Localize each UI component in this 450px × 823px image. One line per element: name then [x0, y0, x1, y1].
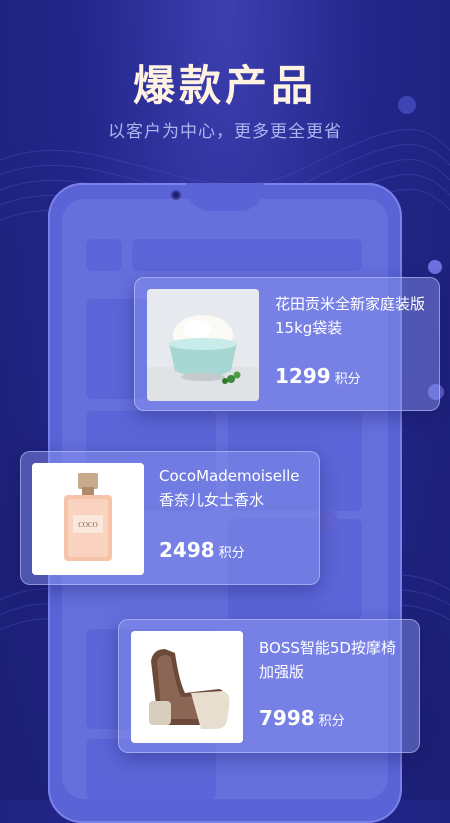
perfume-bottle-icon: COCO: [32, 463, 144, 575]
product-title: 花田贡米全新家庭装版15kg袋装: [275, 295, 426, 337]
price-value: 2498: [159, 538, 215, 562]
placeholder-block: [86, 239, 122, 271]
page-subtitle: 以客户为中心，更多更全更省: [108, 122, 342, 142]
product-title: BOSS智能5D按摩椅加强版: [259, 639, 396, 681]
price-unit: 积分: [334, 372, 361, 387]
product-card-perfume[interactable]: COCO CocoMademoiselle香奈儿女士香水 2498 积分: [20, 451, 320, 585]
product-card-rice[interactable]: 花田贡米全新家庭装版15kg袋装 1299 积分: [134, 277, 440, 411]
phone-notch: [186, 183, 264, 211]
product-price: 1299 积分: [275, 364, 361, 388]
price-value: 1299: [275, 364, 331, 388]
product-price: 7998 积分: [259, 706, 345, 730]
product-title: CocoMademoiselle香奈儿女士香水: [159, 467, 300, 509]
massage-chair-icon: [131, 631, 243, 743]
product-card-massage-chair[interactable]: BOSS智能5D按摩椅加强版 7998 积分: [118, 619, 420, 753]
camera-icon: [171, 190, 181, 200]
page-title: 爆款产品: [132, 61, 317, 110]
product-price: 2498 积分: [159, 538, 245, 562]
svg-text:COCO: COCO: [78, 521, 97, 529]
price-unit: 积分: [218, 546, 245, 561]
price-unit: 积分: [318, 714, 345, 729]
decor-orb: [428, 260, 442, 274]
placeholder-block: [132, 239, 362, 271]
price-value: 7998: [259, 706, 315, 730]
rice-bowl-icon: [147, 289, 259, 401]
